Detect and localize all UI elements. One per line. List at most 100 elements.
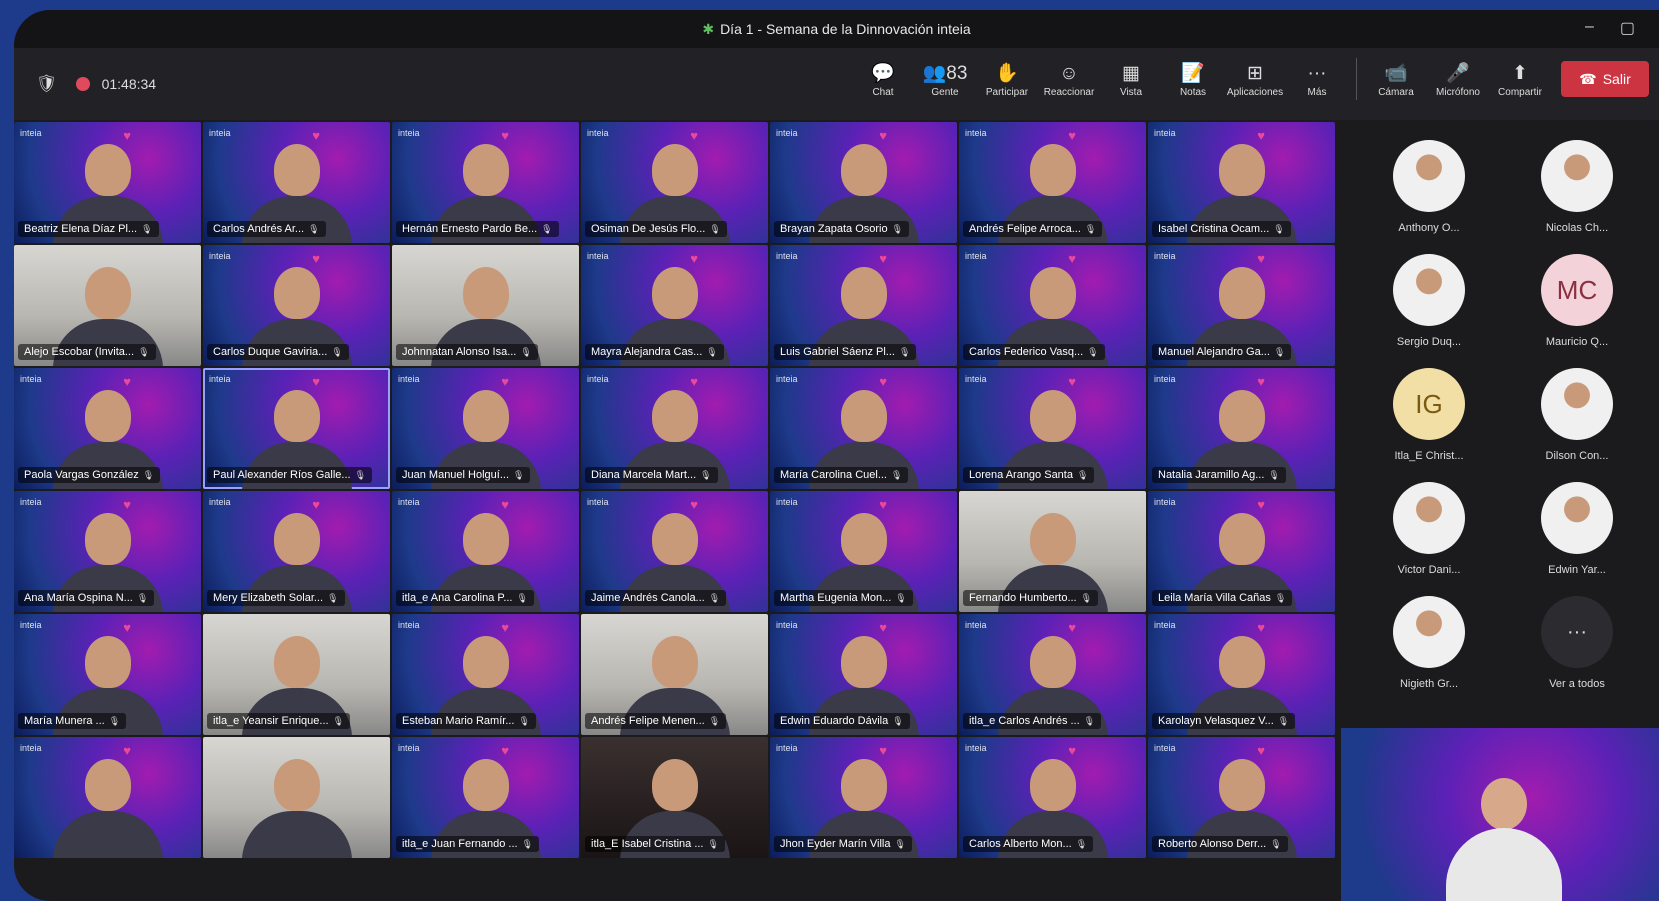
video-tile[interactable]: inteia ♥ Jaime Andrés Canola... 🎙 [581,491,768,612]
heart-icon: ♥ [123,374,131,389]
video-tile[interactable]: inteia ♥ Diana Marcela Mart... 🎙 [581,368,768,489]
leave-button[interactable]: ☎ Salir [1561,61,1649,97]
restore-button[interactable]: ▢ [1620,18,1635,38]
video-tile[interactable]: itla_e Yeansir Enrique... 🎙 [203,614,390,735]
participant-name-label: Carlos Duque Gaviria... 🎙 [207,344,349,360]
participant-name: Carlos Duque Gaviria... [213,346,328,358]
participant-name: Esteban Mario Ramír... [402,715,515,727]
participant-name-label: Andrés Felipe Arroca... 🎙 [963,221,1103,237]
mic-muted-icon: 🎙 [354,469,367,480]
video-tile[interactable]: inteia ♥ Jhon Eyder Marín Villa 🎙 [770,737,957,858]
video-tile[interactable]: inteia ♥ itla_e Juan Fernando ... 🎙 [392,737,579,858]
tool-participar-button[interactable]: ✋ Participar [976,61,1038,98]
video-tile[interactable]: inteia ♥ Carlos Alberto Mon... 🎙 [959,737,1146,858]
video-tile[interactable]: inteia ♥ Leila María Villa Cañas 🎙 [1148,491,1335,612]
sidebar-participant[interactable]: Nigieth Gr... [1359,596,1499,706]
video-tile[interactable]: inteia ♥ María Carolina Cuel... 🎙 [770,368,957,489]
video-tile[interactable]: inteia ♥ Osiman De Jesús Flo... 🎙 [581,122,768,243]
video-tile[interactable]: inteia ♥ [14,737,201,858]
participant-head [462,759,509,811]
video-tile[interactable]: inteia ♥ Juan Manuel Holguí... 🎙 [392,368,579,489]
video-tile[interactable]: inteia ♥ itla_e Ana Carolina P... 🎙 [392,491,579,612]
video-tile[interactable]: Fernando Humberto... 🎙 [959,491,1146,612]
video-tile[interactable]: inteia ♥ Carlos Andrés Ar... 🎙 [203,122,390,243]
video-tile[interactable]: inteia ♥ Martha Eugenia Mon... 🎙 [770,491,957,612]
video-tile[interactable]: inteia ♥ Andrés Felipe Arroca... 🎙 [959,122,1146,243]
mic-muted-icon: 🎙 [141,223,153,234]
video-tile[interactable]: inteia ♥ Mayra Alejandra Cas... 🎙 [581,245,768,366]
brand-logo: inteia [965,251,987,261]
heart-icon: ♥ [879,128,887,143]
heart-icon: ♥ [690,128,698,143]
media-compartir-button[interactable]: ⬆ Compartir [1489,61,1551,98]
participant-name: Carlos Alberto Mon... [969,838,1072,850]
heart-icon: ♥ [1257,497,1265,512]
video-tile[interactable]: inteia ♥ Carlos Duque Gaviria... 🎙 [203,245,390,366]
brand-logo: inteia [398,497,420,507]
participant-head [840,513,887,565]
sidebar-participant[interactable]: Anthony O... [1359,140,1499,250]
participant-name-label: Mery Elizabeth Solar... 🎙 [207,590,345,606]
reaccionar-icon: ☺ [1059,62,1079,84]
video-tile[interactable] [203,737,390,858]
mic-muted-icon: 🎙 [308,223,320,234]
participant-name-label: itla_E Isabel Cristina ... 🎙 [585,836,725,852]
video-tile[interactable]: inteia ♥ Paola Vargas González 🎙 [14,368,201,489]
video-tile[interactable]: inteia ♥ María Munera ... 🎙 [14,614,201,735]
media-micrófono-button[interactable]: 🎤 Micrófono [1427,61,1489,98]
sidebar-participant[interactable]: Victor Dani... [1359,482,1499,592]
heart-icon: ♥ [312,374,320,389]
sidebar-participant[interactable]: Nicolas Ch... [1507,140,1647,250]
video-tile[interactable]: inteia ♥ Hernán Ernesto Pardo Be... 🎙 [392,122,579,243]
video-tile[interactable]: Andrés Felipe Menen... 🎙 [581,614,768,735]
brand-logo: inteia [209,497,231,507]
minimize-button[interactable]: – [1585,18,1594,38]
video-tile[interactable]: inteia ♥ Mery Elizabeth Solar... 🎙 [203,491,390,612]
participant-name: Ana María Ospina N... [24,592,133,604]
participant-name: Jaime Andrés Canola... [591,592,705,604]
sidebar-participant[interactable]: ··· Ver a todos [1507,596,1647,706]
video-tile[interactable]: inteia ♥ Edwin Eduardo Dávila 🎙 [770,614,957,735]
title-bar: ✱ Día 1 - Semana de la Dinnovación intei… [14,10,1659,48]
video-tile[interactable]: itla_E Isabel Cristina ... 🎙 [581,737,768,858]
sidebar-participant[interactable]: IG Itla_E Christ... [1359,368,1499,478]
video-tile[interactable]: inteia ♥ Luis Gabriel Sáenz Pl... 🎙 [770,245,957,366]
presenter-tile[interactable] [1341,728,1659,901]
video-tile[interactable]: inteia ♥ Isabel Cristina Ocam... 🎙 [1148,122,1335,243]
video-tile[interactable]: inteia ♥ Esteban Mario Ramír... 🎙 [392,614,579,735]
video-tile[interactable]: inteia ♥ Manuel Alejandro Ga... 🎙 [1148,245,1335,366]
mic-muted-icon: 🎙 [331,346,343,357]
tool-vista-button[interactable]: ▦ Vista [1100,61,1162,98]
video-tile[interactable]: Johnnatan Alonso Isa... 🎙 [392,245,579,366]
media-cámara-button[interactable]: 📹 Cámara [1365,61,1427,98]
participant-name-label: Paul Alexander Ríos Galle... 🎙 [207,467,373,483]
sidebar-participant[interactable]: Sergio Duq... [1359,254,1499,364]
video-tile[interactable]: inteia ♥ Roberto Alonso Derr... 🎙 [1148,737,1335,858]
video-tile[interactable]: inteia ♥ Paul Alexander Ríos Galle... 🎙 [203,368,390,489]
participant-head [1029,759,1076,811]
tool-reaccionar-button[interactable]: ☺ Reaccionar [1038,61,1100,98]
tool-gente-button[interactable]: 👥83 Gente [914,61,976,98]
video-tile[interactable]: inteia ♥ Lorena Arango Santa 🎙 [959,368,1146,489]
sidebar-participant[interactable]: MC Mauricio Q... [1507,254,1647,364]
avatar: MC [1541,254,1613,326]
heart-icon: ♥ [501,128,509,143]
shield-icon[interactable]: 🛡 [36,74,58,94]
tool-más-button[interactable]: ··· Más [1286,61,1348,98]
tool-notas-button[interactable]: 📝 Notas [1162,61,1224,98]
mic-muted-icon: 🎙 [1274,592,1287,603]
video-tile[interactable]: inteia ♥ Natalia Jaramillo Ag... 🎙 [1148,368,1335,489]
participant-name-label: Paola Vargas González 🎙 [18,467,161,483]
tool-chat-button[interactable]: 💬 Chat [852,61,914,98]
video-tile[interactable]: Alejo Escobar (Invita... 🎙 [14,245,201,366]
tool-aplicaciones-button[interactable]: ⊞ Aplicaciones [1224,61,1286,98]
video-tile[interactable]: inteia ♥ Beatriz Elena Díaz Pl... 🎙 [14,122,201,243]
sidebar-participant[interactable]: Dilson Con... [1507,368,1647,478]
video-tile[interactable]: inteia ♥ itla_e Carlos Andrés ... 🎙 [959,614,1146,735]
video-tile[interactable]: inteia ♥ Carlos Federico Vasq... 🎙 [959,245,1146,366]
sidebar-participant[interactable]: Edwin Yar... [1507,482,1647,592]
video-tile[interactable]: inteia ♥ Brayan Zapata Osorio 🎙 [770,122,957,243]
video-tile[interactable]: inteia ♥ Karolayn Velasquez V... 🎙 [1148,614,1335,735]
video-tile[interactable]: inteia ♥ Ana María Ospina N... 🎙 [14,491,201,612]
participant-head [1029,636,1076,688]
